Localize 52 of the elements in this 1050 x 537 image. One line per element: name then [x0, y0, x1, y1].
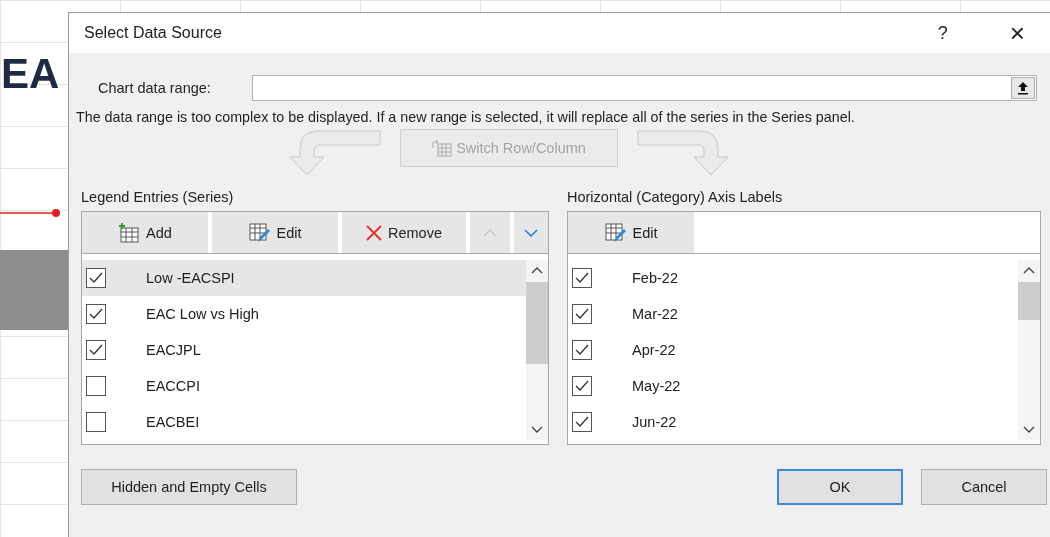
ok-button[interactable]: OK [777, 469, 903, 505]
list-item[interactable]: EACBEI [82, 404, 526, 440]
checkbox[interactable] [86, 376, 106, 396]
scroll-down-icon[interactable] [531, 426, 543, 434]
cancel-button[interactable]: Cancel [921, 469, 1047, 505]
help-button[interactable]: ? [937, 22, 948, 44]
checkbox[interactable] [86, 304, 106, 324]
list-item[interactable]: Mar-22 [568, 296, 1018, 332]
checkbox[interactable] [572, 376, 592, 396]
list-item[interactable]: Low -EACSPI [82, 260, 526, 296]
checkbox[interactable] [572, 304, 592, 324]
remove-button[interactable]: Remove [342, 212, 466, 253]
scroll-up-icon[interactable] [1023, 266, 1035, 274]
edit-table-icon [604, 222, 627, 243]
switch-table-icon [432, 139, 453, 157]
group-label: Legend Entries (Series) [81, 189, 235, 205]
scrollbar[interactable] [1018, 260, 1040, 440]
list-item[interactable]: EACJPL [82, 332, 526, 368]
list-item[interactable]: Jun-22 [568, 404, 1018, 440]
scroll-down-icon[interactable] [1023, 426, 1035, 434]
field-label: Chart data range: [98, 80, 212, 96]
edit-button[interactable]: Edit [212, 212, 338, 253]
list-item[interactable]: Feb-22 [568, 260, 1018, 296]
list-item[interactable]: Apr-22 [568, 332, 1018, 368]
list-item[interactable]: EACCPI [82, 368, 526, 404]
scroll-thumb[interactable] [526, 282, 548, 364]
checkbox[interactable] [86, 340, 106, 360]
checkbox[interactable] [86, 268, 106, 288]
window-title: Select Data Source [84, 24, 223, 42]
info-message: The data range is too complex to be displayed. If a new range is selected, it will replace all of the series in the Series panel. [76, 109, 856, 125]
scroll-thumb[interactable] [1018, 282, 1040, 320]
scrollbar[interactable] [526, 260, 548, 440]
upload-icon [1017, 81, 1029, 95]
hidden-empty-cells-button[interactable]: Hidden and Empty Cells [81, 469, 297, 505]
add-button[interactable]: Add [82, 212, 208, 253]
edit-button[interactable]: Edit [568, 212, 694, 253]
checkbox[interactable] [572, 268, 592, 288]
list-item[interactable]: May-22 [568, 368, 1018, 404]
range-field[interactable] [252, 75, 1037, 101]
scroll-up-icon[interactable] [531, 266, 543, 274]
checkbox[interactable] [86, 412, 106, 432]
remove-x-icon [366, 224, 382, 241]
group-label: Horizontal (Category) Axis Labels [567, 189, 784, 205]
edit-table-icon [248, 222, 271, 243]
list-item[interactable]: EAC Low vs High [82, 296, 526, 332]
collapse-button[interactable] [1011, 77, 1035, 99]
add-table-icon [118, 222, 141, 243]
checkbox[interactable] [572, 340, 592, 360]
close-button[interactable]: × [1009, 17, 1025, 49]
chart-line [0, 208, 62, 218]
sheet-heading: EA [1, 50, 60, 98]
checkbox[interactable] [572, 412, 592, 432]
